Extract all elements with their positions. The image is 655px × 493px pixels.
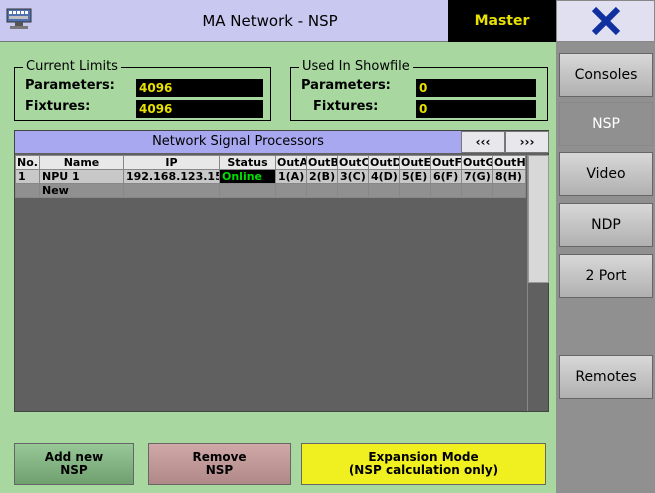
sidebar-item-2-port[interactable]: 2 Port xyxy=(559,254,653,298)
nsp-table-panel: Network Signal Processors ‹‹‹ ››› No. Na… xyxy=(14,130,549,412)
scroll-right-button[interactable]: ››› xyxy=(505,131,549,153)
expansion-mode-button[interactable]: Expansion Mode (NSP calculation only) xyxy=(301,443,546,485)
remove-nsp-button[interactable]: Remove NSP xyxy=(148,443,291,485)
new-row[interactable]: New xyxy=(15,183,526,198)
used-in-showfile-group: Used In Showfile Parameters: 0 Fixtures:… xyxy=(290,59,548,121)
new-row-oute[interactable] xyxy=(399,183,431,198)
expansion-button-line1: Expansion Mode xyxy=(368,450,479,464)
sidebar-item-remotes[interactable]: Remotes xyxy=(559,355,653,399)
add-new-nsp-button[interactable]: Add new NSP xyxy=(14,443,134,485)
current-fixtures-value: 4096 xyxy=(136,100,263,118)
used-in-showfile-legend: Used In Showfile xyxy=(299,59,413,74)
cell-name[interactable]: NPU 1 xyxy=(39,169,124,184)
new-row-outh[interactable] xyxy=(492,183,526,198)
cell-outg[interactable]: 7(G) xyxy=(461,169,493,184)
vertical-scrollbar[interactable] xyxy=(527,155,549,411)
current-limits-group: Current Limits Parameters: 4096 Fixtures… xyxy=(14,59,271,121)
new-row-outc[interactable] xyxy=(337,183,369,198)
sidebar-item-ndp[interactable]: NDP xyxy=(559,203,653,247)
column-header-no[interactable]: No. xyxy=(15,155,40,170)
nsp-table: No. Name IP Status OutA OutB OutC OutD O… xyxy=(15,155,526,198)
ma-network-window: MA Network - NSP Master Current Limits P… xyxy=(0,0,655,493)
cell-outc[interactable]: 3(C) xyxy=(337,169,369,184)
sidebar-item-consoles[interactable]: Consoles xyxy=(559,53,653,97)
new-row-no[interactable] xyxy=(15,183,40,198)
used-parameters-label: Parameters: xyxy=(301,78,391,93)
panel-title: Network Signal Processors xyxy=(15,131,461,153)
current-limits-legend: Current Limits xyxy=(23,59,121,74)
table-header-row: No. Name IP Status OutA OutB OutC OutD O… xyxy=(15,155,526,170)
scrollbar-thumb[interactable] xyxy=(528,155,549,283)
new-row-outf[interactable] xyxy=(430,183,462,198)
column-header-outf[interactable]: OutF xyxy=(430,155,462,170)
scroll-left-button[interactable]: ‹‹‹ xyxy=(461,131,505,153)
table-row[interactable]: 1 NPU 1 192.168.123.150 Online 1(A) 2(B)… xyxy=(15,169,526,184)
window-title: MA Network - NSP xyxy=(202,12,338,30)
current-parameters-value: 4096 xyxy=(136,79,263,97)
column-header-outa[interactable]: OutA xyxy=(275,155,307,170)
close-button[interactable] xyxy=(556,0,655,42)
sidebar: Consoles NSP Video NDP 2 Port Remotes xyxy=(556,42,655,493)
column-header-outd[interactable]: OutD xyxy=(368,155,400,170)
cell-no[interactable]: 1 xyxy=(15,169,40,184)
master-indicator: Master xyxy=(448,0,556,42)
title-bar: MA Network - NSP Master xyxy=(0,0,556,42)
column-header-outb[interactable]: OutB xyxy=(306,155,338,170)
column-header-ip[interactable]: IP xyxy=(123,155,220,170)
cell-ip[interactable]: 192.168.123.150 xyxy=(123,169,220,184)
network-app-icon xyxy=(6,8,32,29)
add-button-line2: NSP xyxy=(60,463,88,477)
sidebar-item-video[interactable]: Video xyxy=(559,152,653,196)
cell-status[interactable]: Online xyxy=(219,169,276,184)
column-header-outg[interactable]: OutG xyxy=(461,155,493,170)
new-row-outa[interactable] xyxy=(275,183,307,198)
cell-outf[interactable]: 6(F) xyxy=(430,169,462,184)
column-header-outh[interactable]: OutH xyxy=(492,155,526,170)
new-row-outd[interactable] xyxy=(368,183,400,198)
column-header-status[interactable]: Status xyxy=(219,155,276,170)
current-fixtures-label: Fixtures: xyxy=(25,99,91,114)
cell-outh[interactable]: 8(H) xyxy=(492,169,526,184)
used-fixtures-label: Fixtures: xyxy=(313,99,379,114)
sidebar-item-nsp[interactable]: NSP xyxy=(559,102,653,146)
used-parameters-value: 0 xyxy=(416,79,536,97)
add-button-line1: Add new xyxy=(44,450,104,464)
cell-outa[interactable]: 1(A) xyxy=(275,169,307,184)
column-header-outc[interactable]: OutC xyxy=(337,155,369,170)
cell-outd[interactable]: 4(D) xyxy=(368,169,400,184)
new-row-ip-cell[interactable] xyxy=(123,183,220,198)
column-header-name[interactable]: Name xyxy=(39,155,124,170)
used-fixtures-value: 0 xyxy=(416,100,536,118)
close-icon xyxy=(591,6,620,36)
column-header-oute[interactable]: OutE xyxy=(399,155,431,170)
current-parameters-label: Parameters: xyxy=(25,78,115,93)
new-row-outb[interactable] xyxy=(306,183,338,198)
new-row-outg[interactable] xyxy=(461,183,493,198)
cell-oute[interactable]: 5(E) xyxy=(399,169,431,184)
remove-button-line1: Remove xyxy=(192,450,247,464)
new-row-label[interactable]: New xyxy=(39,183,124,198)
new-row-status[interactable] xyxy=(219,183,276,198)
expansion-button-line2: (NSP calculation only) xyxy=(348,463,499,477)
remove-button-line2: NSP xyxy=(205,463,234,477)
cell-outb[interactable]: 2(B) xyxy=(306,169,338,184)
